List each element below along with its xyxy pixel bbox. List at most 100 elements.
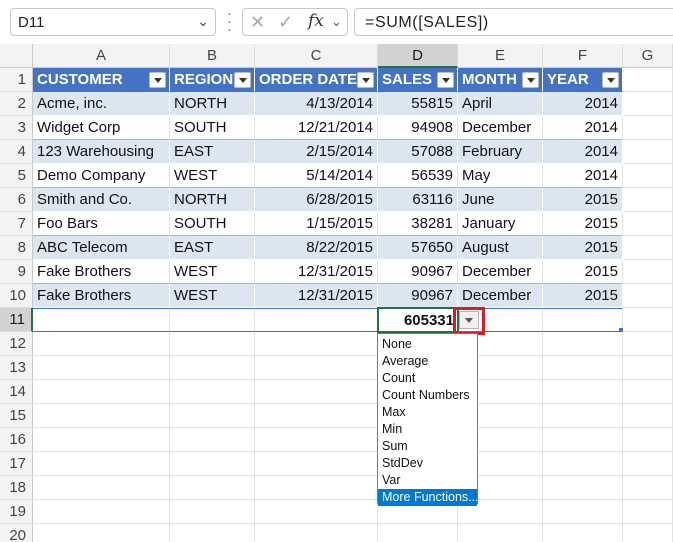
empty-cell[interactable]	[33, 476, 170, 500]
table-resize-handle[interactable]	[619, 328, 623, 332]
table-cell[interactable]: EAST	[170, 236, 255, 260]
table-cell[interactable]: 2014	[543, 140, 623, 164]
empty-cell[interactable]	[170, 524, 255, 542]
name-box[interactable]: D11 ⌄	[10, 8, 216, 36]
select-all-corner[interactable]	[0, 44, 33, 68]
table-cell[interactable]: December	[458, 284, 543, 308]
filter-dropdown-icon[interactable]	[357, 72, 374, 88]
table-cell[interactable]: 57088	[378, 140, 458, 164]
menu-item-more-functions[interactable]: More Functions...	[378, 489, 477, 506]
column-header-g[interactable]: G	[623, 44, 673, 68]
empty-cell[interactable]	[623, 404, 673, 428]
total-row-cell[interactable]	[255, 308, 378, 332]
empty-cell[interactable]	[623, 68, 673, 92]
empty-cell[interactable]	[255, 404, 378, 428]
empty-cell[interactable]	[170, 428, 255, 452]
empty-cell[interactable]	[543, 476, 623, 500]
empty-cell[interactable]	[623, 332, 673, 356]
filter-dropdown-icon[interactable]	[602, 72, 619, 88]
empty-cell[interactable]	[33, 524, 170, 542]
filter-dropdown-icon[interactable]	[149, 72, 166, 88]
table-header-cell[interactable]: SALES	[378, 68, 458, 92]
filter-dropdown-icon[interactable]	[522, 72, 539, 88]
spreadsheet-grid[interactable]: A B C D E F G 1 2 3 4 5 6 7 8 9 10 11 12 13 14 15 16 17 18 19 20 CU…	[0, 44, 673, 542]
row-header-8[interactable]: 8	[0, 236, 33, 260]
empty-cell[interactable]	[170, 476, 255, 500]
empty-cell[interactable]	[623, 188, 673, 212]
table-cell[interactable]: Widget Corp	[33, 116, 170, 140]
table-cell[interactable]: 90967	[378, 260, 458, 284]
menu-item-stddev[interactable]: StdDev	[378, 455, 477, 472]
filter-dropdown-icon[interactable]	[234, 72, 251, 88]
empty-cell[interactable]	[623, 452, 673, 476]
table-cell[interactable]: 1/15/2015	[255, 212, 378, 236]
empty-cell[interactable]	[623, 236, 673, 260]
row-header-16[interactable]: 16	[0, 428, 33, 452]
menu-item-sum[interactable]: Sum	[378, 438, 477, 455]
empty-cell[interactable]	[33, 500, 170, 524]
table-cell[interactable]: 2015	[543, 260, 623, 284]
table-cell[interactable]: 2015	[543, 212, 623, 236]
total-row-cell[interactable]	[170, 308, 255, 332]
filter-dropdown-icon[interactable]	[437, 72, 454, 88]
empty-cell[interactable]	[255, 356, 378, 380]
table-cell[interactable]: 12/31/2015	[255, 284, 378, 308]
row-header-5[interactable]: 5	[0, 164, 33, 188]
total-sales-cell[interactable]: 605331	[378, 308, 458, 332]
table-cell[interactable]: 123 Warehousing	[33, 140, 170, 164]
empty-cell[interactable]	[543, 332, 623, 356]
row-header-1[interactable]: 1	[0, 68, 33, 92]
empty-cell[interactable]	[255, 500, 378, 524]
table-cell[interactable]: WEST	[170, 164, 255, 188]
table-cell[interactable]: NORTH	[170, 92, 255, 116]
table-cell[interactable]: April	[458, 92, 543, 116]
empty-cell[interactable]	[623, 380, 673, 404]
row-header-13[interactable]: 13	[0, 356, 33, 380]
table-cell[interactable]: Acme, inc.	[33, 92, 170, 116]
table-header-cell[interactable]: MONTH	[458, 68, 543, 92]
row-header-19[interactable]: 19	[0, 500, 33, 524]
cancel-icon[interactable]: ✕	[250, 12, 265, 33]
table-cell[interactable]: 57650	[378, 236, 458, 260]
empty-cell[interactable]	[170, 404, 255, 428]
column-header-f[interactable]: F	[543, 44, 623, 68]
table-cell[interactable]: February	[458, 140, 543, 164]
menu-item-count-numbers[interactable]: Count Numbers	[378, 387, 477, 404]
table-cell[interactable]: 2015	[543, 236, 623, 260]
empty-cell[interactable]	[623, 524, 673, 542]
empty-cell[interactable]	[33, 428, 170, 452]
row-header-20[interactable]: 20	[0, 524, 33, 542]
table-cell[interactable]: Fake Brothers	[33, 284, 170, 308]
column-header-d[interactable]: D	[378, 44, 458, 68]
empty-cell[interactable]	[543, 404, 623, 428]
empty-cell[interactable]	[170, 380, 255, 404]
empty-cell[interactable]	[543, 452, 623, 476]
empty-cell[interactable]	[33, 332, 170, 356]
empty-cell[interactable]	[623, 308, 673, 332]
row-header-2[interactable]: 2	[0, 92, 33, 116]
table-cell[interactable]: Smith and Co.	[33, 188, 170, 212]
table-cell[interactable]: EAST	[170, 140, 255, 164]
table-cell[interactable]: WEST	[170, 284, 255, 308]
empty-cell[interactable]	[623, 356, 673, 380]
table-cell[interactable]: 4/13/2014	[255, 92, 378, 116]
table-cell[interactable]: 63116	[378, 188, 458, 212]
empty-cell[interactable]	[255, 524, 378, 542]
empty-cell[interactable]	[255, 476, 378, 500]
table-cell[interactable]: August	[458, 236, 543, 260]
empty-cell[interactable]	[378, 524, 458, 542]
table-cell[interactable]: 2014	[543, 92, 623, 116]
table-cell[interactable]: ABC Telecom	[33, 236, 170, 260]
total-row-cell[interactable]	[33, 308, 170, 332]
chevron-down-icon[interactable]: ⌄	[331, 14, 342, 30]
table-cell[interactable]: Fake Brothers	[33, 260, 170, 284]
empty-cell[interactable]	[33, 452, 170, 476]
empty-cell[interactable]	[623, 212, 673, 236]
table-cell[interactable]: 55815	[378, 92, 458, 116]
vertical-dots-icon[interactable]: · · ·	[227, 6, 232, 37]
table-cell[interactable]: 5/14/2014	[255, 164, 378, 188]
row-header-9[interactable]: 9	[0, 260, 33, 284]
empty-cell[interactable]	[255, 428, 378, 452]
row-header-6[interactable]: 6	[0, 188, 33, 212]
empty-cell[interactable]	[543, 500, 623, 524]
